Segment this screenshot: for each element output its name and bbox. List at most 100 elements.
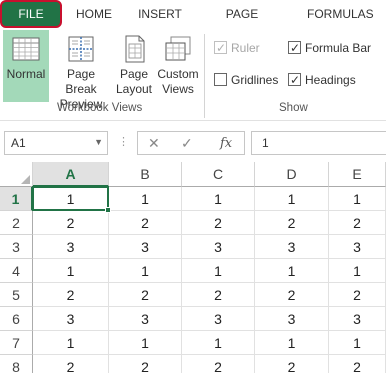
page-layout-view-button[interactable]: Page Layout (114, 30, 154, 102)
name-box-value: A1 (11, 136, 26, 150)
ribbon-tabs: FILE HOME INSERT PAGE LAYOUT FORMULAS (0, 0, 386, 49)
normal-view-icon (12, 37, 40, 61)
column-header-a[interactable]: A (33, 162, 109, 187)
cell-a7[interactable]: 1 (33, 331, 109, 355)
cell-d6[interactable]: 3 (255, 307, 329, 331)
cell-e4[interactable]: 1 (329, 259, 386, 283)
active-cell-outline (32, 186, 109, 211)
cell-c6[interactable]: 3 (182, 307, 255, 331)
headings-checkbox-box[interactable]: ✓ (288, 73, 301, 87)
formula-bar-check-icon: ✓ (290, 41, 301, 55)
formula-input-value: 1 (262, 136, 269, 150)
show-group-label: Show (279, 102, 308, 114)
cell-b2[interactable]: 2 (109, 211, 182, 235)
cell-d4[interactable]: 1 (255, 259, 329, 283)
cell-b3[interactable]: 3 (109, 235, 182, 259)
fill-handle[interactable] (105, 207, 111, 213)
select-all-icon (21, 175, 30, 184)
cell-a8[interactable]: 2 (33, 355, 109, 373)
row-header-8[interactable]: 8 (0, 355, 33, 373)
formula-bar-buttons: ✕ ✓ fx (137, 131, 245, 155)
cell-b8[interactable]: 2 (109, 355, 182, 373)
cancel-icon[interactable]: ✕ (148, 135, 160, 152)
select-all-corner[interactable] (0, 162, 33, 187)
custom-views-button[interactable]: Custom Views (156, 30, 200, 102)
formula-bar: A1 ▼ ⋮ ✕ ✓ fx 1 (0, 120, 386, 162)
tab-file[interactable]: FILE (0, 0, 62, 28)
column-header-d[interactable]: D (255, 162, 329, 187)
tab-insert[interactable]: INSERT (138, 0, 182, 28)
headings-check-icon: ✓ (290, 73, 301, 87)
normal-view-label: Normal (6, 67, 46, 81)
row-header-2[interactable]: 2 (0, 211, 33, 235)
cell-e6[interactable]: 3 (329, 307, 386, 331)
headings-checkbox-label: Headings (305, 73, 356, 87)
column-header-e[interactable]: E (329, 162, 386, 187)
row-header-7[interactable]: 7 (0, 331, 33, 355)
cell-a3[interactable]: 3 (33, 235, 109, 259)
cell-e5[interactable]: 2 (329, 283, 386, 307)
cell-c5[interactable]: 2 (182, 283, 255, 307)
page-break-preview-button[interactable]: Page Break Preview (52, 30, 110, 111)
cell-c1[interactable]: 1 (182, 187, 255, 211)
workbook-views-group-label: Workbook Views (57, 102, 143, 114)
ribbon-group-divider (204, 34, 205, 118)
cell-a2[interactable]: 2 (33, 211, 109, 235)
cell-d5[interactable]: 2 (255, 283, 329, 307)
cell-e3[interactable]: 3 (329, 235, 386, 259)
column-header-c[interactable]: C (182, 162, 255, 187)
insert-function-icon[interactable]: fx (220, 136, 232, 151)
cell-e7[interactable]: 1 (329, 331, 386, 355)
cell-b6[interactable]: 3 (109, 307, 182, 331)
cell-d1[interactable]: 1 (255, 187, 329, 211)
custom-views-icon (165, 36, 191, 61)
cell-a6[interactable]: 3 (33, 307, 109, 331)
cell-b4[interactable]: 1 (109, 259, 182, 283)
ribbon-panel: Normal Page Break Preview Page Layout Cu… (0, 28, 386, 120)
cell-c8[interactable]: 2 (182, 355, 255, 373)
cell-c4[interactable]: 1 (182, 259, 255, 283)
cell-c3[interactable]: 3 (182, 235, 255, 259)
cell-d3[interactable]: 3 (255, 235, 329, 259)
page-break-preview-icon (68, 36, 94, 62)
cell-b7[interactable]: 1 (109, 331, 182, 355)
worksheet-grid: ABCDE11111122222233333341111152222263333… (0, 162, 386, 373)
ruler-checkbox-box: ✓ (214, 41, 227, 55)
cell-c7[interactable]: 1 (182, 331, 255, 355)
column-header-b[interactable]: B (109, 162, 182, 187)
cell-e2[interactable]: 2 (329, 211, 386, 235)
cell-a5[interactable]: 2 (33, 283, 109, 307)
formula-bar-resize-handle[interactable]: ⋮ (118, 135, 129, 148)
gridlines-checkbox-box[interactable] (214, 73, 227, 86)
formula-input[interactable]: 1 (251, 131, 386, 155)
custom-views-label-1: Custom (157, 67, 199, 81)
normal-view-button[interactable]: Normal (3, 30, 49, 102)
custom-views-label-2: Views (162, 82, 194, 96)
cell-e8[interactable]: 2 (329, 355, 386, 373)
cell-d2[interactable]: 2 (255, 211, 329, 235)
page-layout-view-icon (125, 35, 145, 63)
tab-formulas[interactable]: FORMULAS (307, 0, 374, 28)
tab-home[interactable]: HOME (74, 0, 114, 28)
ruler-checkbox-label: Ruler (231, 41, 260, 55)
enter-icon[interactable]: ✓ (181, 135, 193, 152)
cell-d7[interactable]: 1 (255, 331, 329, 355)
cell-b1[interactable]: 1 (109, 187, 182, 211)
cell-c2[interactable]: 2 (182, 211, 255, 235)
cell-a4[interactable]: 1 (33, 259, 109, 283)
page-layout-view-label-1: Page (119, 67, 149, 81)
name-box[interactable]: A1 ▼ (4, 131, 108, 155)
row-header-5[interactable]: 5 (0, 283, 33, 307)
tab-page-layout[interactable]: PAGE LAYOUT (204, 0, 280, 49)
cell-d8[interactable]: 2 (255, 355, 329, 373)
row-header-1[interactable]: 1 (0, 187, 33, 211)
row-header-3[interactable]: 3 (0, 235, 33, 259)
formula-bar-checkbox-box[interactable]: ✓ (288, 41, 301, 55)
cell-b5[interactable]: 2 (109, 283, 182, 307)
name-box-dropdown-icon[interactable]: ▼ (94, 137, 103, 147)
ruler-check-icon: ✓ (216, 41, 227, 55)
row-header-4[interactable]: 4 (0, 259, 33, 283)
row-header-6[interactable]: 6 (0, 307, 33, 331)
cell-e1[interactable]: 1 (329, 187, 386, 211)
formula-bar-checkbox-label: Formula Bar (305, 41, 372, 55)
